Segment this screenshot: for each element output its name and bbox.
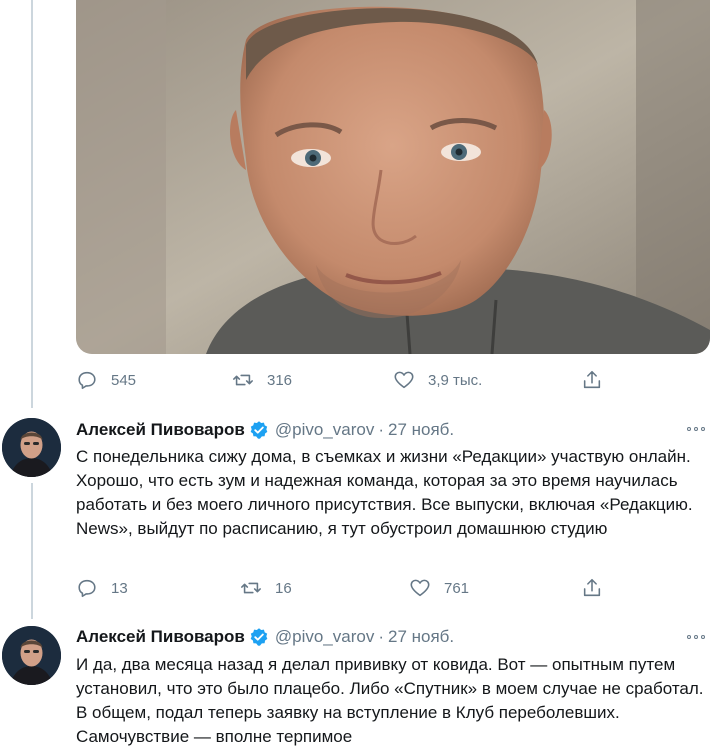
- share-button[interactable]: [581, 366, 603, 394]
- verified-badge-icon: [250, 421, 268, 439]
- reply-button[interactable]: 13: [76, 574, 128, 602]
- share-icon: [583, 370, 601, 389]
- separator-dot: ·: [378, 627, 384, 646]
- tweet-text: И да, два месяца назад я делал прививку …: [76, 655, 704, 746]
- author-handle[interactable]: @pivo_varov: [275, 627, 374, 647]
- like-count: 761: [444, 579, 470, 597]
- like-icon: [410, 579, 430, 597]
- share-icon: [583, 578, 601, 597]
- tweet-text: С понедельника сижу дома, в съемках и жи…: [76, 447, 693, 538]
- like-icon: [394, 371, 414, 389]
- more-options-icon[interactable]: [687, 626, 709, 648]
- reply-count: 13: [111, 579, 128, 597]
- retweet-button[interactable]: 16: [240, 574, 292, 602]
- tweet-date[interactable]: 27 нояб.: [388, 420, 454, 440]
- share-button[interactable]: [581, 574, 603, 602]
- retweet-button[interactable]: 316: [232, 366, 292, 394]
- author-handle[interactable]: @pivo_varov: [275, 420, 374, 440]
- reply-icon: [78, 579, 96, 598]
- like-button[interactable]: 3,9 тыс.: [393, 366, 482, 394]
- tweet-header: Алексей Пивоваров @pivo_varov · 27 нояб.: [76, 418, 454, 442]
- tweet-photo[interactable]: [76, 0, 710, 354]
- reply-button[interactable]: 545: [76, 366, 136, 394]
- avatar[interactable]: [2, 626, 61, 685]
- retweet-count: 316: [267, 371, 293, 389]
- reply-icon: [78, 371, 96, 390]
- separator-dot: ·: [378, 420, 384, 439]
- author-name[interactable]: Алексей Пивоваров: [76, 627, 245, 647]
- author-name[interactable]: Алексей Пивоваров: [76, 420, 245, 440]
- verified-badge-icon: [250, 628, 268, 646]
- tweet-actions: 13 16 761: [76, 574, 636, 602]
- avatar[interactable]: [2, 418, 61, 477]
- like-count: 3,9 тыс.: [428, 371, 483, 389]
- retweet-icon: [233, 374, 253, 386]
- avatar-image: [2, 626, 61, 685]
- tweet-date[interactable]: 27 нояб.: [388, 627, 454, 647]
- avatar-image: [2, 418, 61, 477]
- tweet-header: Алексей Пивоваров @pivo_varov · 27 нояб.: [76, 625, 454, 649]
- thread-line: [31, 483, 33, 619]
- more-options-icon[interactable]: [687, 418, 709, 440]
- retweet-icon: [241, 582, 261, 594]
- reply-count: 545: [111, 371, 137, 389]
- like-button[interactable]: 761: [409, 574, 469, 602]
- retweet-count: 16: [275, 579, 292, 597]
- thread-line: [31, 0, 33, 408]
- tweet-actions: 545 316 3,9 тыс.: [76, 366, 636, 394]
